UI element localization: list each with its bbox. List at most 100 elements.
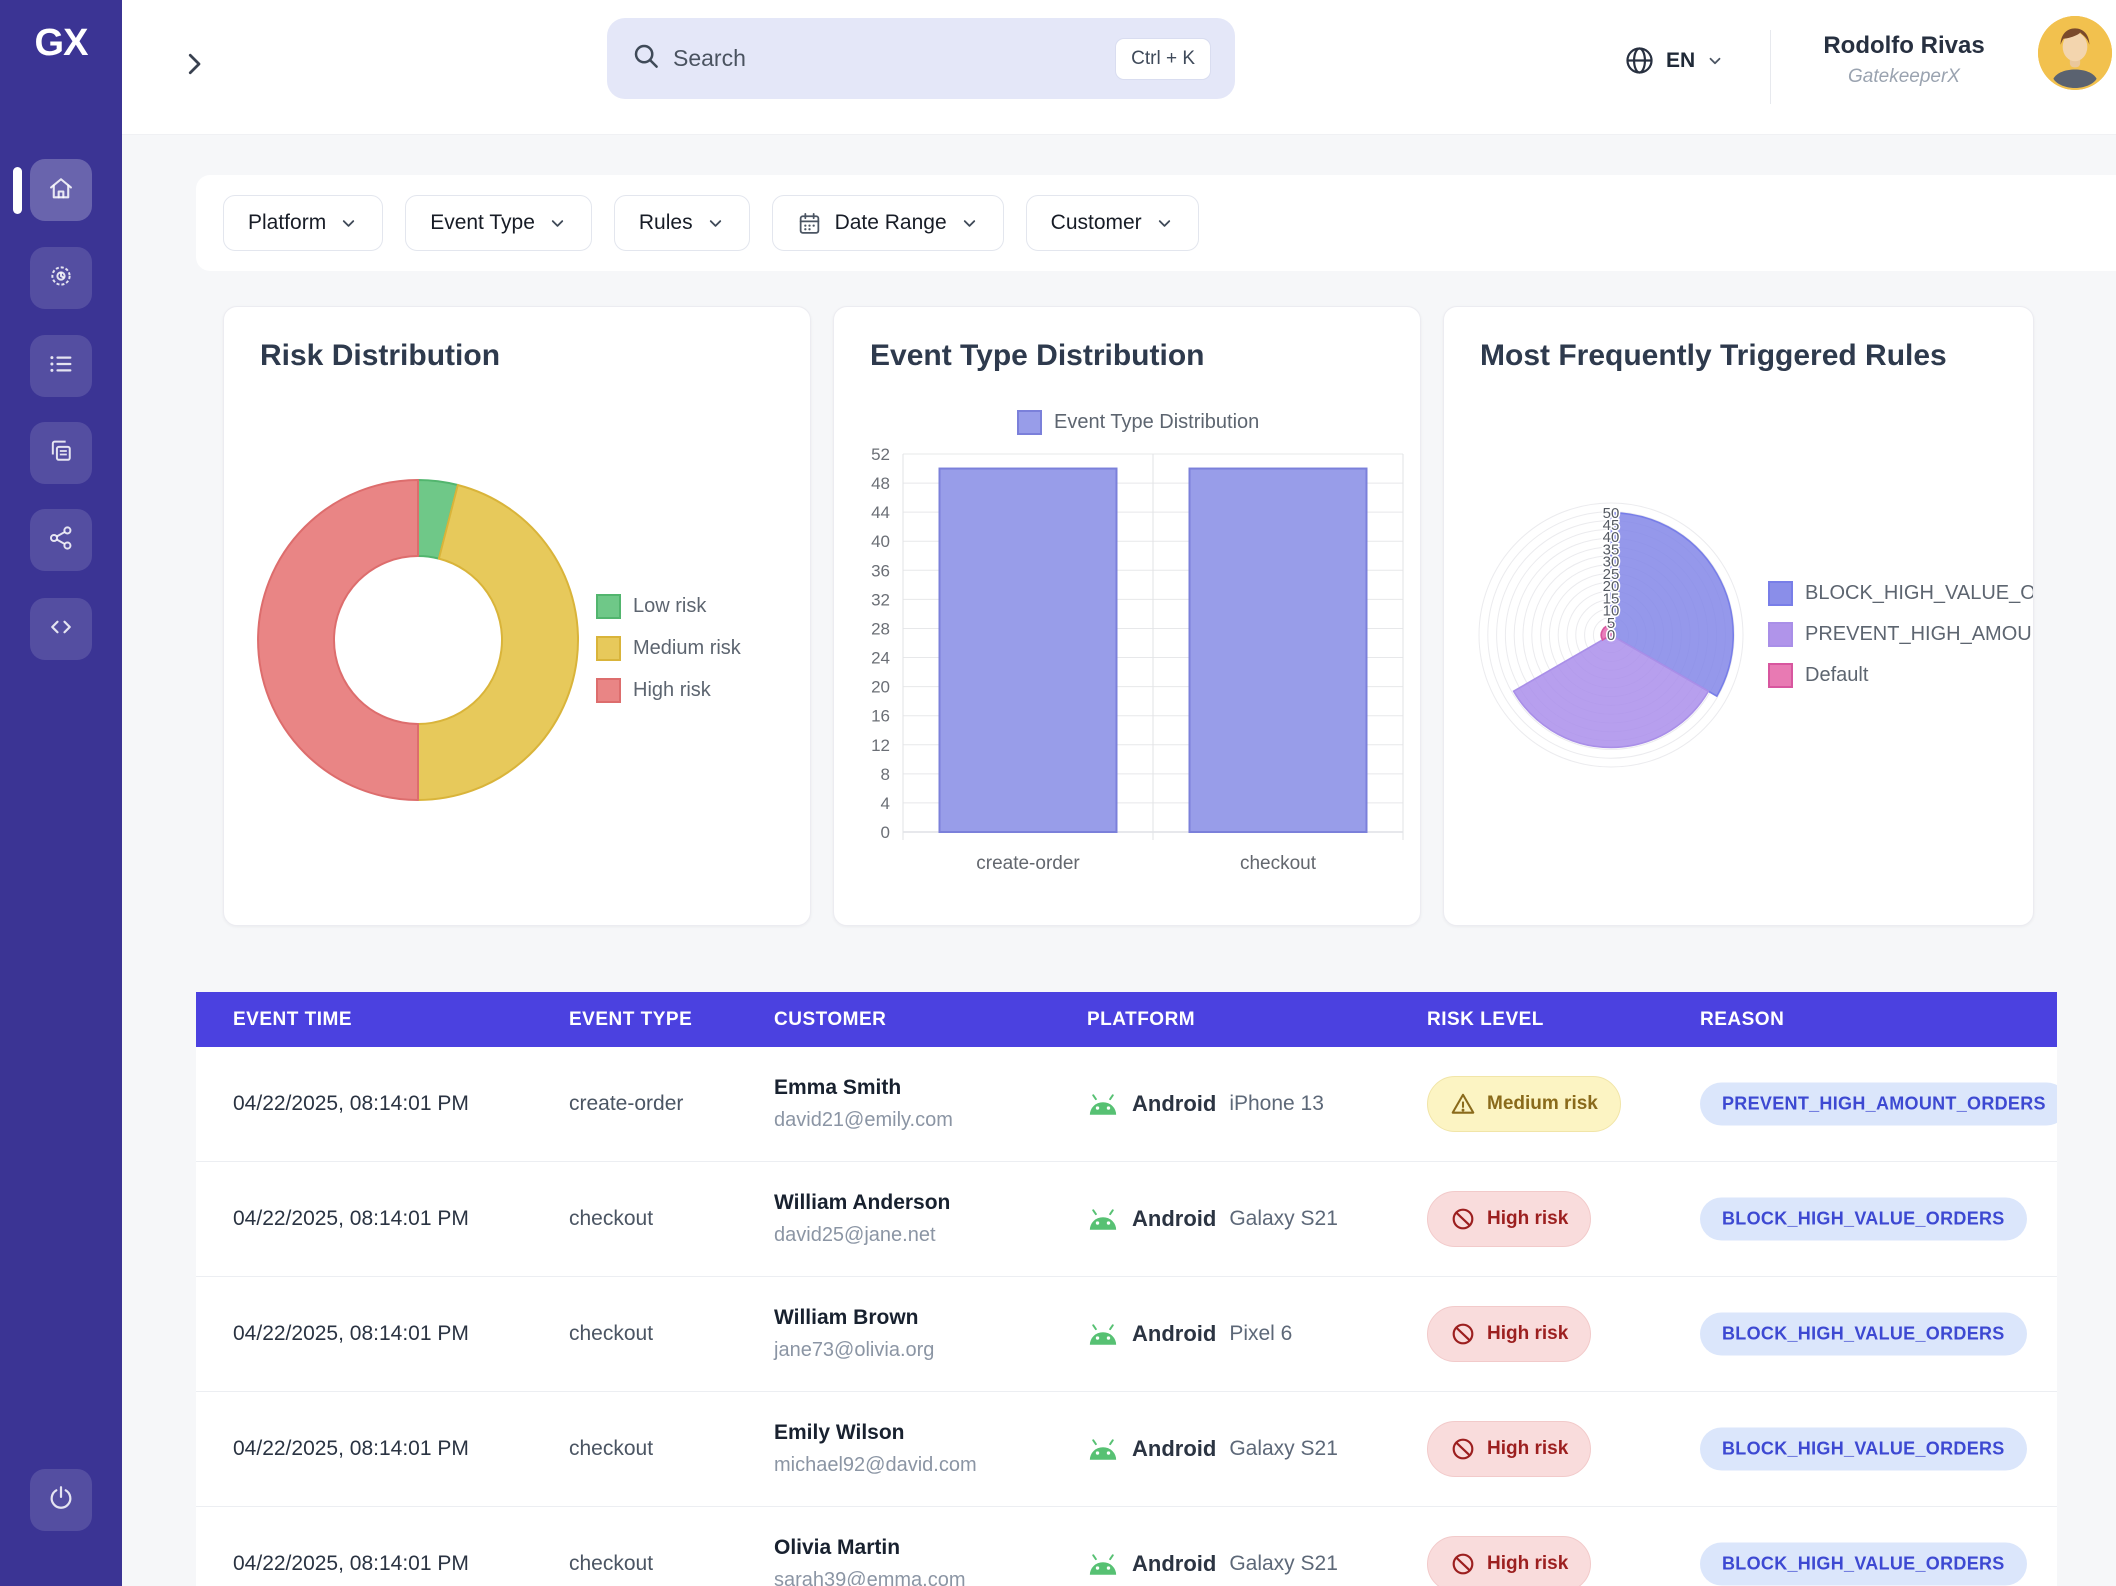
android-icon xyxy=(1087,1208,1119,1231)
sidebar-item-api[interactable] xyxy=(30,598,92,660)
svg-text:4: 4 xyxy=(881,794,890,813)
legend-swatch xyxy=(596,594,621,619)
filter-platform[interactable]: Platform xyxy=(223,195,383,251)
filter-rules[interactable]: Rules xyxy=(614,195,750,251)
no-entry-icon xyxy=(1450,1551,1476,1577)
legend-label: PREVENT_HIGH_AMOUI xyxy=(1805,623,2034,646)
sidebar-expand-button[interactable] xyxy=(172,44,216,88)
legend-item[interactable]: PREVENT_HIGH_AMOUI xyxy=(1768,622,2034,647)
platform-device: Pixel 6 xyxy=(1229,1322,1292,1346)
chevron-down-icon xyxy=(339,214,358,233)
triggered-rules-card: Most Frequently Triggered Rules 05101520… xyxy=(1443,306,2034,926)
sidebar-item-logout[interactable] xyxy=(30,1469,92,1531)
svg-text:8: 8 xyxy=(881,765,890,784)
reason-badge: BLOCK_HIGH_VALUE_ORDERS xyxy=(1700,1198,2027,1241)
legend-item[interactable]: Low risk xyxy=(596,594,741,619)
customer-name: William Anderson xyxy=(774,1191,950,1215)
legend-label: Default xyxy=(1805,664,1868,687)
app-logo: GX xyxy=(0,22,122,65)
reason-badge: BLOCK_HIGH_VALUE_ORDERS xyxy=(1700,1543,2027,1586)
customer-email: jane73@olivia.org xyxy=(774,1339,934,1362)
platform-name: Android xyxy=(1132,1436,1216,1462)
topbar: Ctrl + K EN Rodolfo Rivas GatekeeperX xyxy=(122,0,2116,135)
svg-text:12: 12 xyxy=(871,736,890,755)
sidebar-item-home[interactable] xyxy=(30,159,92,221)
customer-email: david21@emily.com xyxy=(774,1109,953,1132)
search-input[interactable] xyxy=(673,45,1115,72)
legend-label: Low risk xyxy=(633,595,706,618)
svg-text:16: 16 xyxy=(871,707,890,726)
android-icon xyxy=(1087,1323,1119,1346)
cell-reason: PREVENT_HIGH_AMOUNT_ORDERS xyxy=(1700,1083,2057,1126)
legend-item[interactable]: High risk xyxy=(596,678,741,703)
platform-name: Android xyxy=(1132,1551,1216,1577)
platform-name: Android xyxy=(1132,1091,1216,1117)
table-body: 04/22/2025, 08:14:01 PM create-order Emm… xyxy=(196,1047,2057,1586)
cell-time: 04/22/2025, 08:14:01 PM xyxy=(233,1207,469,1231)
share-icon xyxy=(47,524,75,557)
sidebar-item-rules[interactable] xyxy=(30,247,92,309)
table-header: EVENT TIME EVENT TYPE CUSTOMER PLATFORM … xyxy=(196,992,2057,1047)
legend-item[interactable]: Event Type Distribution xyxy=(1017,410,1259,435)
cell-platform: Android Galaxy S21 xyxy=(1087,1436,1338,1462)
sidebar-item-events[interactable] xyxy=(30,335,92,397)
filter-date-range[interactable]: Date Range xyxy=(772,195,1004,251)
risk-distribution-card: Risk Distribution Low riskMedium riskHig… xyxy=(223,306,811,926)
sidebar: GX xyxy=(0,0,122,1586)
customer-name: William Brown xyxy=(774,1306,934,1330)
cell-customer: Emma Smith david21@emily.com xyxy=(774,1076,953,1132)
avatar[interactable] xyxy=(2038,16,2112,90)
legend-item[interactable]: Medium risk xyxy=(596,636,741,661)
cell-type: checkout xyxy=(569,1322,653,1346)
legend-label: High risk xyxy=(633,679,711,702)
bar-legend: Event Type Distribution xyxy=(1017,410,1259,435)
customer-name: Emma Smith xyxy=(774,1076,953,1100)
cell-platform: Android Pixel 6 xyxy=(1087,1321,1292,1347)
risk-label: Medium risk xyxy=(1487,1093,1598,1115)
code-icon xyxy=(47,613,75,646)
svg-text:28: 28 xyxy=(871,619,890,638)
legend-label: Event Type Distribution xyxy=(1054,411,1259,434)
sidebar-item-reports[interactable] xyxy=(30,422,92,484)
header-divider xyxy=(1770,30,1771,104)
sidebar-item-share[interactable] xyxy=(30,509,92,571)
reason-badge: BLOCK_HIGH_VALUE_ORDERS xyxy=(1700,1428,2027,1471)
home-icon xyxy=(47,174,75,207)
col-event-time: EVENT TIME xyxy=(233,992,352,1047)
list-icon xyxy=(47,350,75,383)
cell-platform: Android iPhone 13 xyxy=(1087,1091,1324,1117)
table-row: 04/22/2025, 08:14:01 PM create-order Emm… xyxy=(196,1047,2057,1162)
dashboard-page: { "app": { "logo": "GX" }, "sidebar": { … xyxy=(0,0,2116,1586)
legend-item[interactable]: Default xyxy=(1768,663,2034,688)
avatar-illustration xyxy=(2038,16,2112,90)
customer-email: david25@jane.net xyxy=(774,1224,950,1247)
risk-badge: High risk xyxy=(1427,1306,1591,1362)
user-org: GatekeeperX xyxy=(1794,66,2014,88)
android-icon xyxy=(1087,1438,1119,1461)
filter-label: Event Type xyxy=(430,211,535,235)
no-entry-icon xyxy=(1450,1436,1476,1462)
col-reason: REASON xyxy=(1700,992,1784,1047)
legend-item[interactable]: BLOCK_HIGH_VALUE_O xyxy=(1768,581,2034,606)
chevron-right-icon xyxy=(179,49,209,84)
language-selector[interactable]: EN xyxy=(1624,45,1724,76)
warning-icon xyxy=(1450,1091,1476,1117)
svg-text:48: 48 xyxy=(871,474,890,493)
risk-label: High risk xyxy=(1487,1208,1568,1230)
language-code: EN xyxy=(1666,49,1695,73)
cell-time: 04/22/2025, 08:14:01 PM xyxy=(233,1092,469,1116)
svg-text:24: 24 xyxy=(871,649,890,668)
filter-customer[interactable]: Customer xyxy=(1026,195,1199,251)
cell-reason: BLOCK_HIGH_VALUE_ORDERS xyxy=(1700,1543,2027,1586)
cell-customer: William Brown jane73@olivia.org xyxy=(774,1306,934,1362)
svg-text:0: 0 xyxy=(881,823,890,842)
customer-name: Olivia Martin xyxy=(774,1536,965,1560)
reason-badge: BLOCK_HIGH_VALUE_ORDERS xyxy=(1700,1313,2027,1356)
legend-swatch xyxy=(1017,410,1042,435)
filter-event-type[interactable]: Event Type xyxy=(405,195,592,251)
cell-platform: Android Galaxy S21 xyxy=(1087,1206,1338,1232)
no-entry-icon xyxy=(1450,1321,1476,1347)
search-shortcut-badge: Ctrl + K xyxy=(1115,38,1211,80)
risk-badge: Medium risk xyxy=(1427,1076,1621,1132)
cell-time: 04/22/2025, 08:14:01 PM xyxy=(233,1437,469,1461)
